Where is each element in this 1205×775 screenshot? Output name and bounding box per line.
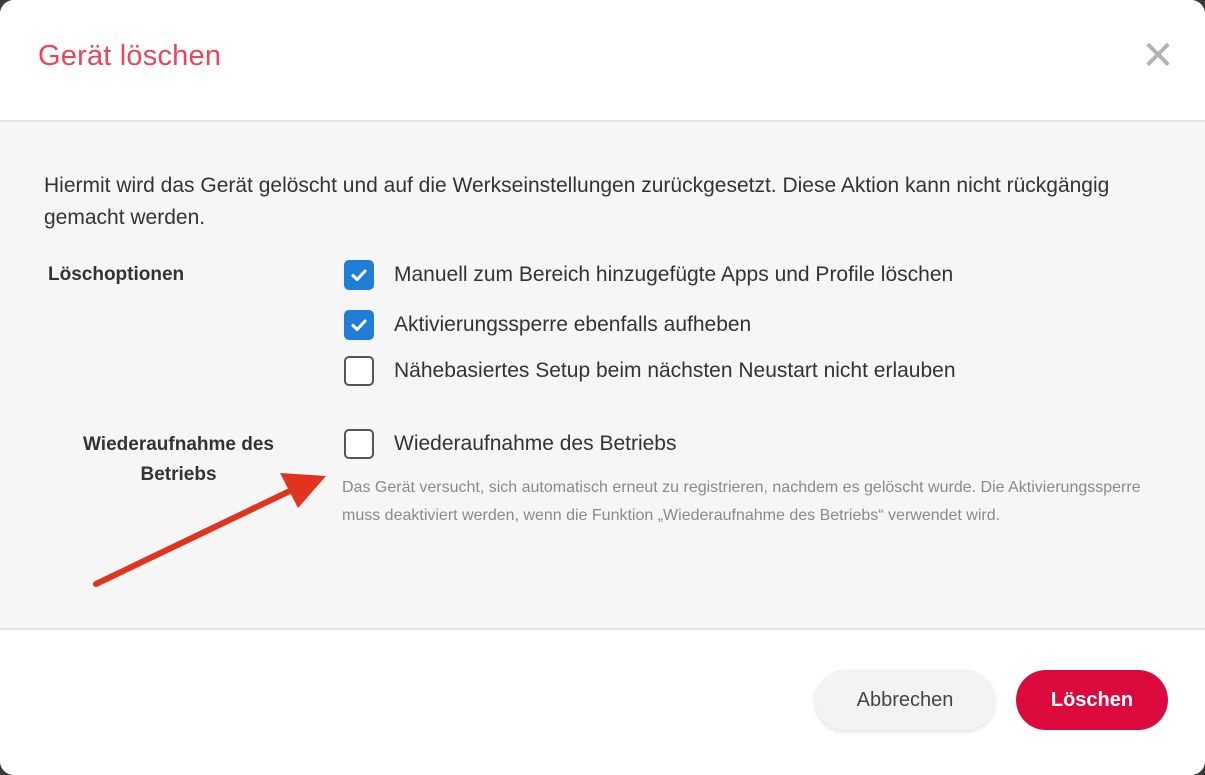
- close-icon[interactable]: ✕: [1138, 36, 1178, 76]
- checkbox-disallow-proximity-setup[interactable]: [344, 356, 374, 386]
- option-label: Wiederaufnahme des Betriebs: [394, 432, 677, 455]
- delete-device-dialog: Gerät löschen ✕ Hiermit wird das Gerät g…: [0, 0, 1205, 775]
- checkbox-remove-apps-profiles[interactable]: [344, 260, 374, 290]
- option-remove-activation-lock[interactable]: Aktivierungssperre ebenfalls aufheben: [344, 310, 751, 340]
- option-label: Nähebasiertes Setup beim nächsten Neusta…: [394, 359, 956, 382]
- checkmark-icon: [351, 319, 367, 331]
- checkbox-return-to-service[interactable]: [344, 429, 374, 459]
- option-disallow-proximity-setup[interactable]: Nähebasiertes Setup beim nächsten Neusta…: [344, 356, 956, 386]
- return-to-service-help-text: Das Gerät versucht, sich automatisch ern…: [342, 479, 1141, 524]
- option-remove-apps-profiles[interactable]: Manuell zum Bereich hinzugefügte Apps un…: [344, 260, 953, 290]
- checkbox-remove-activation-lock[interactable]: [344, 310, 374, 340]
- checkmark-icon: [351, 269, 367, 281]
- option-return-to-service[interactable]: Wiederaufnahme des Betriebs: [344, 429, 677, 459]
- option-label: Manuell zum Bereich hinzugefügte Apps un…: [394, 263, 954, 286]
- dialog-body: Hiermit wird das Gerät gelöscht und auf …: [0, 120, 1205, 630]
- delete-button[interactable]: Löschen: [1016, 670, 1168, 730]
- dialog-footer: Abbrechen Löschen: [0, 630, 1205, 775]
- option-label: Aktivierungssperre ebenfalls aufheben: [394, 313, 752, 336]
- return-to-service-label: Wiederaufnahme des Betriebs: [83, 434, 274, 485]
- cancel-button[interactable]: Abbrechen: [815, 670, 995, 730]
- erase-options-label: Löschoptionen: [48, 264, 185, 285]
- dialog-description: Hiermit wird das Gerät gelöscht und auf …: [44, 174, 1110, 229]
- dialog-title: Gerät löschen: [38, 40, 222, 72]
- dialog-header: Gerät löschen ✕: [0, 0, 1205, 120]
